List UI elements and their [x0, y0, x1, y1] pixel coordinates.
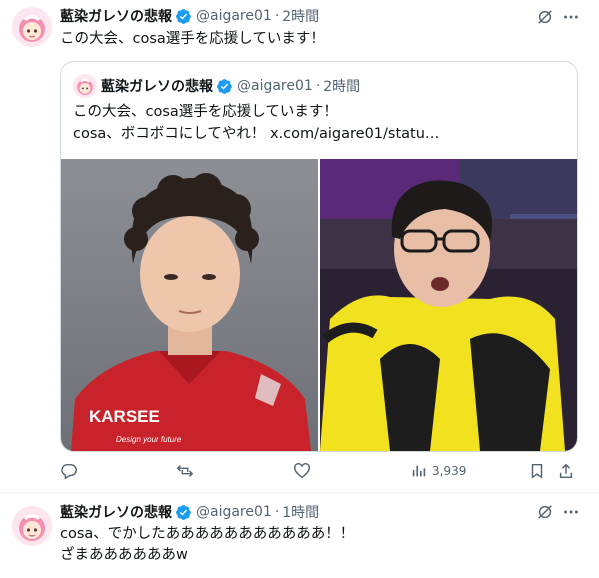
avatar: [73, 74, 97, 98]
status-link[interactable]: x.com/aigare01/statu…: [270, 126, 439, 142]
avatar[interactable]: [12, 7, 52, 47]
timestamp: 2時間: [323, 79, 361, 95]
media-image-player-portrait[interactable]: KARSEE Design your future: [61, 159, 318, 451]
grok-icon[interactable]: [535, 7, 555, 27]
display-name: 藍染ガレソの悲報: [101, 79, 213, 95]
verified-badge-icon: [175, 504, 192, 521]
jersey-sponsor: KARSEE: [89, 407, 160, 426]
quoted-tweet-text: cosa、ボコボコにしてやれ！: [73, 126, 270, 142]
bookmark-button[interactable]: [528, 462, 546, 480]
timestamp[interactable]: 1時間: [282, 502, 319, 522]
share-button[interactable]: [557, 462, 575, 480]
separator: ·: [315, 78, 321, 94]
separator: ·: [274, 8, 280, 24]
jersey-tagline: Design your future: [116, 435, 182, 444]
like-button[interactable]: [293, 462, 311, 480]
timestamp[interactable]: 2時間: [282, 6, 319, 26]
reply-button[interactable]: [60, 462, 78, 480]
views-button[interactable]: 3,939: [410, 462, 466, 480]
tweet-text-line2: ざまああああああw: [60, 547, 188, 563]
views-chart-icon: [412, 465, 426, 477]
repost-button[interactable]: [176, 462, 194, 480]
verified-badge-icon: [175, 8, 192, 25]
tweet-1[interactable]: 藍染ガレソの悲報 @aigare01 · 2時間 この大会、cosa選手を応援し…: [0, 0, 599, 490]
more-options-icon[interactable]: [561, 7, 581, 27]
quoted-tweet-text-line2: cosa、ボコボコにしてやれ！ x.com/aigare01/statu…: [73, 124, 439, 145]
tweet-text: この大会、cosa選手を応援しています！: [60, 31, 325, 47]
handle: @aigare01: [237, 78, 313, 94]
views-count: 3,939: [432, 464, 467, 478]
avatar[interactable]: [12, 506, 52, 546]
media-image-player-reaction[interactable]: [320, 159, 577, 451]
handle[interactable]: @aigare01: [196, 504, 272, 520]
tweet-2[interactable]: 藍染ガレソの悲報 @aigare01 · 1時間 cosa、でかしたああああああ…: [0, 493, 599, 578]
display-name[interactable]: 藍染ガレソの悲報: [60, 6, 172, 26]
handle[interactable]: @aigare01: [196, 8, 272, 24]
tweet-header: 藍染ガレソの悲報 @aigare01 · 1時間: [60, 502, 319, 522]
quoted-tweet-header: 藍染ガレソの悲報 @aigare01 · 2時間: [101, 76, 360, 96]
grok-icon[interactable]: [535, 502, 555, 522]
more-options-icon[interactable]: [561, 502, 581, 522]
separator: ·: [274, 504, 280, 520]
quoted-tweet[interactable]: 藍染ガレソの悲報 @aigare01 · 2時間 この大会、cosa選手を応援し…: [60, 61, 578, 452]
tweet-header: 藍染ガレソの悲報 @aigare01 · 2時間: [60, 6, 319, 26]
tweet-text-line1: cosa、でかしたあああああああああああ！！: [60, 526, 355, 542]
display-name[interactable]: 藍染ガレソの悲報: [60, 502, 172, 522]
verified-badge-icon: [216, 78, 233, 95]
quoted-tweet-text-line1: この大会、cosa選手を応援しています！: [73, 104, 338, 120]
